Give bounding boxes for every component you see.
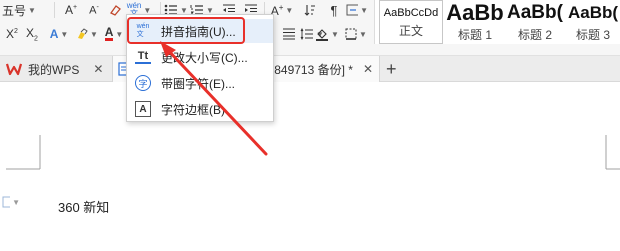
highlighter-icon [78,28,88,39]
eraser-icon [110,5,121,16]
chevron-down-icon: ▼ [331,29,339,39]
menu-item-enclosed-characters[interactable]: 字 带圈字符(E)... [128,71,273,95]
style-heading-2[interactable]: AaBb( 标题 2 [507,0,563,44]
show-marks-button[interactable]: ¶ [324,0,344,20]
justify-button[interactable] [280,24,298,44]
char-border-icon: A [135,101,151,117]
annotation-highlight-box [127,17,245,44]
chevron-down-icon: ▼ [285,5,294,15]
style-gallery: AaBbCcDd 正文 AaBb 标题 1 AaBb( 标题 2 AaBb( 标… [374,0,620,44]
highlight-button[interactable]: ▼ [74,24,100,44]
font-color-icon: A [104,25,114,41]
style-heading-3[interactable]: AaBb( 标题 3 [565,0,620,44]
borders-button[interactable]: ▼ [344,24,368,44]
pilcrow-icon: ¶ [330,2,338,18]
style-name: 正文 [398,24,423,38]
close-icon[interactable]: ✕ [93,62,103,76]
plus-icon: + [386,58,397,79]
chevron-down-icon: ▼ [359,29,367,39]
doc-handle-icon [2,196,11,208]
shrink-font-button[interactable]: A- [84,0,104,20]
paint-bucket-icon [316,28,329,41]
menu-item-label: 字符边框(B) [161,102,225,117]
grow-font-button[interactable]: A+ [60,0,82,20]
style-sample: AaBb [446,0,504,25]
subscript-button[interactable]: X2 [22,24,42,44]
font-size-value: 五号 [2,3,27,18]
style-sample: AaBb( [507,2,563,23]
style-name: 标题 3 [575,28,610,42]
new-tab-button[interactable]: + [386,56,406,82]
menu-item-change-case[interactable]: Tt 更改大小写(C)... [128,45,273,69]
font-size-select[interactable]: 五号 ▼ [2,0,48,20]
shrink-font-icon: A- [89,3,99,17]
menu-item-label: 更改大小写(C)... [161,50,248,65]
close-icon[interactable]: ✕ [363,62,373,76]
menu-item-character-border[interactable]: A 字符边框(B) [128,97,273,121]
page-corner-marks [6,135,620,170]
divider [54,2,55,18]
grow-font-icon: A+ [64,3,78,17]
chevron-down-icon: ▼ [60,29,69,39]
enclosed-char-icon: 字 [135,75,151,91]
superscript-button[interactable]: X2 [2,24,22,44]
menu-item-label: 带圈字符(E)... [161,76,235,91]
sort-button[interactable] [300,0,320,20]
style-heading-1[interactable]: AaBb 标题 1 [445,0,505,44]
tab-label: 我的WPS [28,62,80,77]
clear-format-button[interactable] [106,0,124,20]
tab-my-wps[interactable]: 我的WPS ✕ [6,56,116,82]
show-hide-button[interactable]: ▼ [346,0,368,20]
ribbon-toolbar: 五号 ▼ A+ A- wén文 ▼ ▼ ▼ A+ ▼ ¶ ▼ X2 [0,0,620,56]
format-marks-icon [346,4,359,16]
chevron-down-icon: ▼ [115,29,124,39]
borders-icon [345,28,357,40]
style-normal[interactable]: AaBbCcDd 正文 [379,0,443,44]
tab-label: 849713 备份] * [274,62,353,77]
sort-icon [304,5,315,16]
paragraph-handle[interactable]: ▼ [2,195,20,209]
change-case-icon: Tt [135,50,151,64]
text-effect-icon: A [49,27,59,41]
style-sample: AaBb( [567,3,619,22]
chevron-down-icon: ▼ [12,197,20,207]
document-canvas[interactable]: ▼ 360 新知 [0,83,620,251]
chevron-down-icon: ▼ [360,5,368,15]
wps-logo-icon [6,63,22,76]
chevron-down-icon: ▼ [28,5,36,15]
style-name: 标题 2 [517,28,552,42]
shading-button[interactable]: ▼ [312,24,342,44]
document-tab-bar: 我的WPS ✕ 849713 备份] * ✕ + [0,56,620,82]
font-color-button[interactable]: A ▼ [102,24,126,44]
style-sample: AaBbCcDd [383,7,439,19]
text-effect-button[interactable]: A ▼ [46,24,72,44]
document-body-text[interactable]: 360 新知 [58,197,109,216]
style-name: 标题 1 [457,28,492,42]
chevron-down-icon: ▼ [90,29,98,39]
subscript-icon: X2 [26,25,38,43]
justify-icon [283,28,295,40]
superscript-icon: X2 [6,27,18,41]
